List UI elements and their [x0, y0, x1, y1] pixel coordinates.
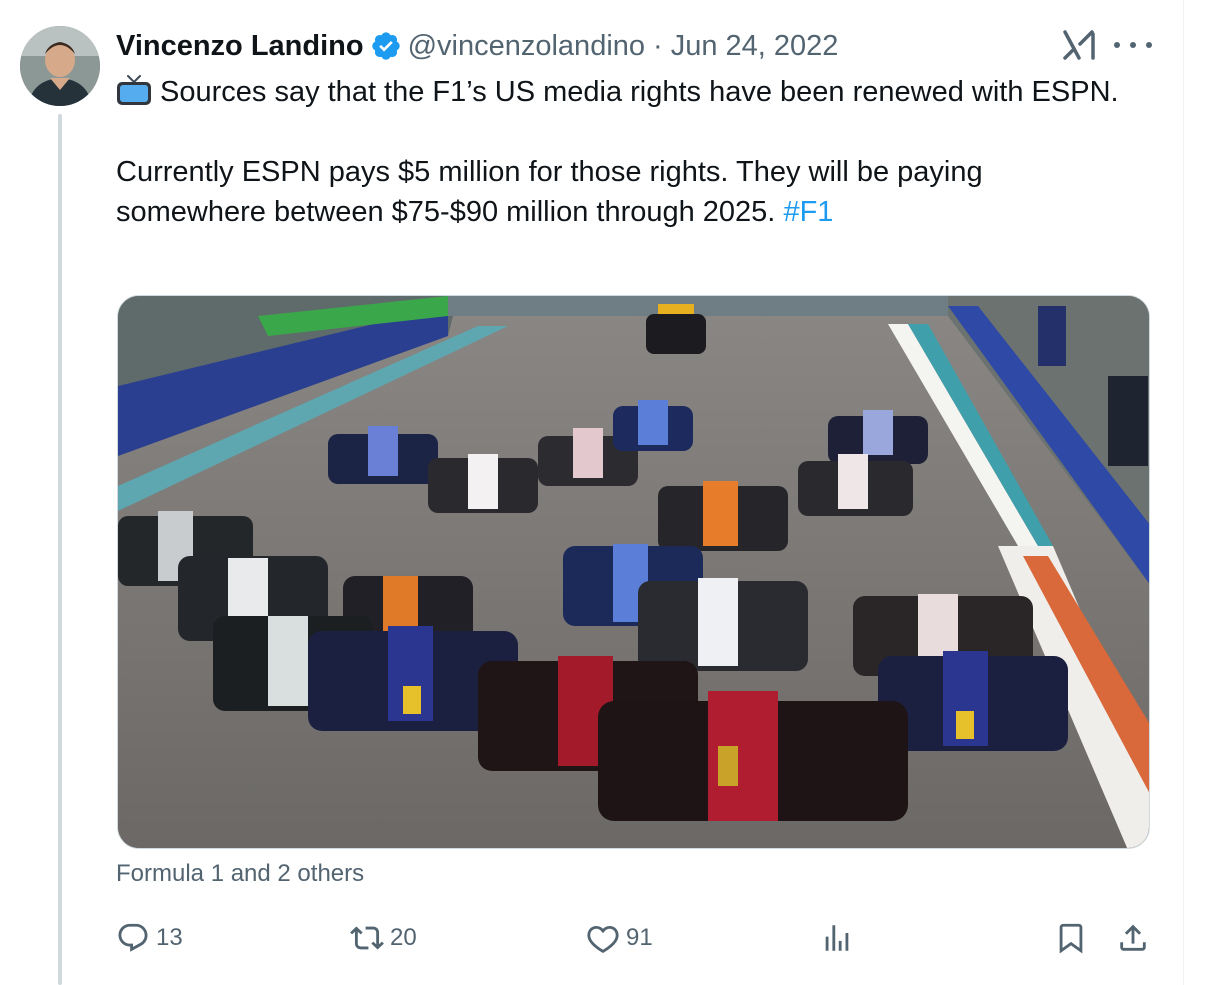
share-button[interactable]: [1116, 914, 1150, 962]
tweet-date[interactable]: Jun 24, 2022: [671, 30, 839, 63]
reply-count: 13: [156, 924, 183, 951]
media-tagged-users[interactable]: Formula 1 and 2 others: [116, 860, 364, 888]
reply-icon: [118, 923, 148, 952]
tweet-paragraph-2-text: Currently ESPN pays $5 million for those…: [116, 156, 983, 228]
views-button[interactable]: [820, 914, 854, 962]
television-emoji-icon: [116, 74, 152, 106]
thread-connector-line: [58, 114, 62, 985]
tweet-media-photo[interactable]: [117, 295, 1150, 849]
share-icon: [1120, 924, 1146, 951]
repost-icon: [350, 926, 384, 950]
author-handle[interactable]: @vincenzolandino: [408, 30, 645, 63]
more-dot: [1130, 42, 1136, 48]
hashtag-link[interactable]: #F1: [783, 196, 833, 228]
author-name[interactable]: Vincenzo Landino: [116, 30, 364, 63]
more-dot: [1146, 42, 1152, 48]
like-button[interactable]: 91: [586, 914, 653, 962]
repost-button[interactable]: 20: [350, 914, 417, 962]
more-dot: [1114, 42, 1120, 48]
tweet-text: Sources say that the F1’s US media right…: [116, 72, 1136, 232]
views-icon: [825, 925, 849, 951]
bookmark-icon: [1059, 923, 1083, 954]
tweet-paragraph-1-text: Sources say that the F1’s US media right…: [160, 76, 1119, 108]
repost-count: 20: [390, 924, 417, 951]
tweet-paragraph-1: Sources say that the F1’s US media right…: [116, 72, 1136, 112]
tweet-actions-bar: 13 20 91: [116, 914, 1156, 962]
reply-button[interactable]: 13: [116, 914, 183, 962]
more-icon[interactable]: [1114, 30, 1152, 60]
separator-dot: ·: [653, 29, 663, 62]
heart-icon: [587, 925, 619, 953]
grok-icon[interactable]: [1062, 28, 1098, 62]
tweet-header: Vincenzo Landino @vincenzolandino · Jun …: [116, 26, 838, 66]
verified-badge-icon[interactable]: [370, 30, 402, 62]
like-count: 91: [626, 924, 653, 951]
bookmark-button[interactable]: [1054, 914, 1088, 962]
column-border: [1183, 0, 1184, 985]
avatar[interactable]: [20, 26, 100, 106]
tweet-paragraph-2: Currently ESPN pays $5 million for those…: [116, 152, 1136, 232]
